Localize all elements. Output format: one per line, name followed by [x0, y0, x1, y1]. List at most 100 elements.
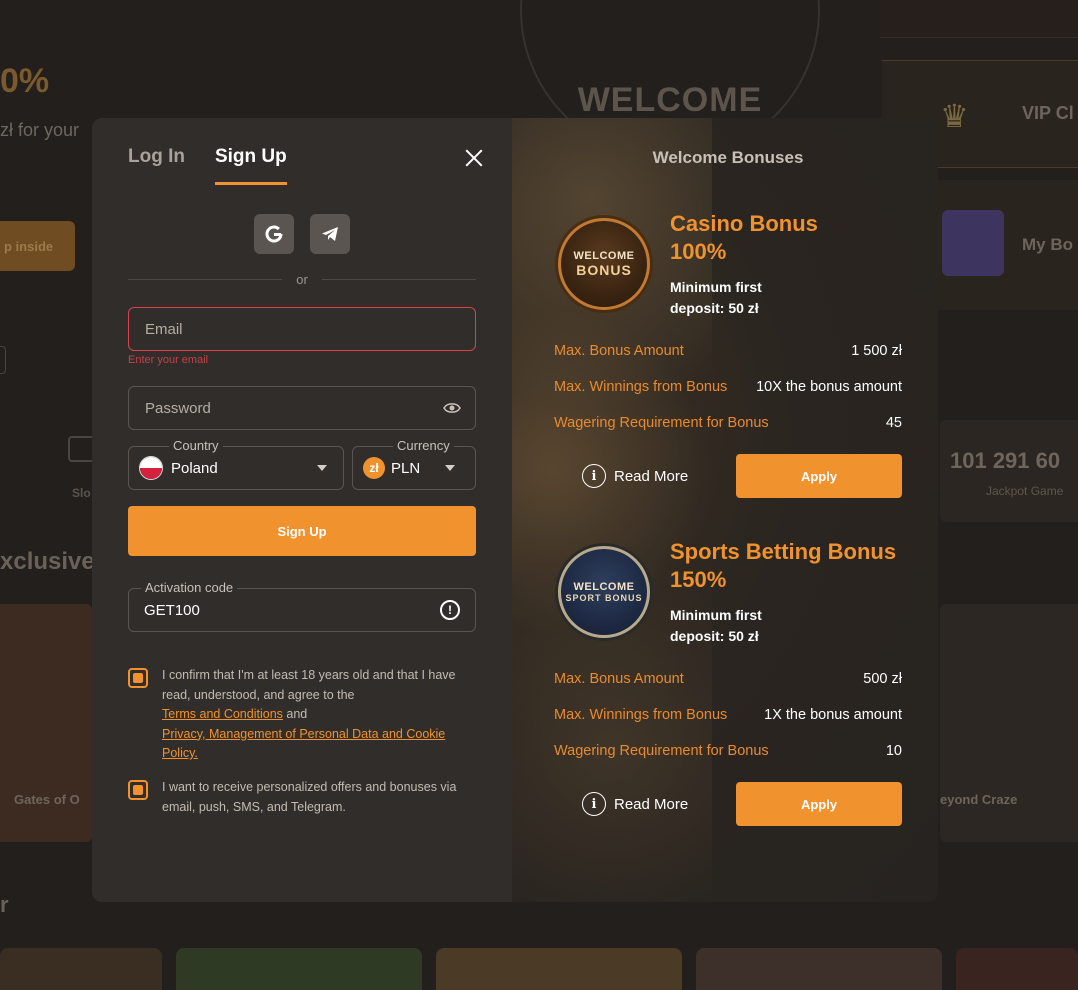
bg-promo-button: p inside	[0, 221, 75, 271]
row-value: 1 500 zł	[851, 343, 902, 359]
min-deposit-line2: deposit: 50 zł	[670, 300, 759, 316]
casino-read-more[interactable]: i Read More	[582, 464, 688, 488]
bg-left-chip	[0, 346, 6, 374]
casino-apply-button[interactable]: Apply	[736, 454, 902, 498]
email-field[interactable]: Email	[128, 307, 476, 351]
sports-bonus-name: Sports Betting Bonus 150%	[670, 538, 896, 594]
bg-jackpot-amount: 101 291 60	[950, 448, 1061, 473]
sports-bonus-title: Sports Betting Bonus	[670, 539, 897, 564]
min-deposit-line1: Minimum first	[670, 279, 762, 295]
row-value: 1X the bonus amount	[764, 707, 902, 723]
row-value: 45	[885, 415, 902, 431]
bg-game-card-left: Gates of O	[0, 604, 92, 842]
casino-bonus-title: Casino Bonus	[670, 211, 818, 236]
privacy-link[interactable]: Privacy, Management of Personal Data and…	[162, 727, 445, 761]
read-more-label: Read More	[614, 467, 689, 485]
chevron-down-icon	[317, 465, 327, 471]
sports-apply-button[interactable]: Apply	[736, 782, 902, 826]
or-label: or	[296, 272, 308, 287]
casino-bonus-row: Max. Winnings from Bonus 10X the bonus a…	[554, 379, 902, 395]
chevron-down-icon	[445, 465, 455, 471]
bg-game-card-right: eyond Craze	[940, 604, 1078, 842]
poland-flag-icon	[139, 456, 163, 480]
age-consent-text: I confirm that I'm at least 18 years old…	[162, 666, 480, 764]
sports-bonus-percent: 150%	[670, 567, 727, 592]
bg-welcome-emblem: WELCOME	[520, 0, 820, 160]
sports-min-deposit: Minimum first deposit: 50 zł	[670, 605, 800, 647]
bg-vip-label: VIP Cl	[1022, 103, 1074, 123]
bg-jackpot-label: Jackpot Game	[986, 484, 1064, 498]
casino-bonus-row: Max. Bonus Amount 1 500 zł	[554, 343, 902, 359]
sports-bonus-row: Max. Bonus Amount 500 zł	[554, 671, 902, 687]
coin-line2: BONUS	[576, 262, 632, 278]
bg-top-bar	[880, 0, 1078, 38]
tab-log-in[interactable]: Log In	[128, 146, 185, 185]
welcome-bonuses-title: Welcome Bonuses	[652, 148, 804, 167]
email-placeholder: Email	[145, 320, 183, 338]
row-key: Max. Winnings from Bonus	[554, 707, 728, 723]
bg-exclusive-heading: xclusive	[0, 548, 95, 575]
min-deposit-line1: Minimum first	[670, 607, 762, 623]
activation-code-field[interactable]: Activation code GET100 !	[128, 580, 476, 632]
auth-panel: Log In Sign Up or Email Enter your email…	[92, 118, 512, 902]
bg-promo-subtitle: zł for your	[0, 120, 80, 140]
sports-bonus-row: Max. Winnings from Bonus 1X the bonus am…	[554, 707, 902, 723]
password-placeholder: Password	[145, 399, 211, 417]
row-value: 500 zł	[863, 671, 902, 687]
currency-select[interactable]: Currency zł PLN	[352, 438, 476, 490]
crown-icon: ♛	[940, 98, 969, 134]
bg-my-bonus-label: My Bo	[1022, 235, 1073, 254]
eye-icon[interactable]	[443, 401, 461, 415]
currency-legend: Currency	[393, 438, 454, 453]
auth-tabs: Log In Sign Up	[128, 146, 287, 185]
country-select[interactable]: Country Poland	[128, 438, 344, 490]
or-divider: or	[128, 272, 476, 287]
casino-bonus-percent: 100%	[670, 239, 727, 264]
bg-card-left-title: Gates of O	[14, 792, 80, 807]
age-consent-checkbox[interactable]	[128, 668, 148, 688]
casino-bonus-row: Wagering Requirement for Bonus 45	[554, 415, 902, 431]
alert-icon[interactable]: !	[440, 600, 460, 620]
bg-bottom-cards	[0, 948, 1078, 990]
min-deposit-line2: deposit: 50 zł	[670, 628, 759, 644]
casino-min-deposit: Minimum first deposit: 50 zł	[670, 277, 800, 319]
info-icon: i	[582, 464, 606, 488]
activation-legend: Activation code	[141, 580, 238, 595]
terms-link[interactable]: Terms and Conditions	[162, 707, 283, 721]
casino-bonus-name: Casino Bonus 100%	[670, 210, 818, 266]
close-icon[interactable]	[462, 146, 486, 170]
sports-read-more[interactable]: i Read More	[582, 792, 688, 816]
sign-up-button[interactable]: Sign Up	[128, 506, 476, 556]
bg-card-right-title: eyond Craze	[940, 792, 1018, 807]
gift-icon	[942, 210, 1004, 276]
row-key: Max. Bonus Amount	[554, 343, 684, 359]
consent1-text: I confirm that I'm at least 18 years old…	[162, 668, 456, 702]
telegram-login-button[interactable]	[310, 214, 350, 254]
sports-bonus-row: Wagering Requirement for Bonus 10	[554, 743, 902, 759]
casino-bonus-coin: WELCOME BONUS	[558, 218, 650, 310]
row-key: Max. Winnings from Bonus	[554, 379, 728, 395]
tab-sign-up[interactable]: Sign Up	[214, 146, 287, 185]
consent1-and: and	[286, 707, 308, 721]
google-login-button[interactable]	[254, 214, 294, 254]
bg-slots-label: Slo	[72, 486, 91, 500]
marketing-consent-checkbox[interactable]	[128, 780, 148, 800]
row-key: Wagering Requirement for Bonus	[554, 415, 769, 431]
country-value: Poland	[171, 459, 218, 477]
coin-line2: SPORT BONUS	[565, 593, 643, 603]
google-icon	[265, 225, 283, 243]
password-field[interactable]: Password	[128, 386, 476, 430]
read-more-label: Read More	[614, 795, 689, 813]
marketing-consent-text: I want to receive personalized offers an…	[162, 780, 457, 814]
row-value: 10X the bonus amount	[756, 379, 902, 395]
welcome-bonuses-panel: Welcome Bonuses WELCOME BONUS Casino Bon…	[512, 118, 938, 902]
sports-bonus-coin: WELCOME SPORT BONUS	[558, 546, 650, 638]
activation-value: GET100	[144, 601, 200, 619]
row-key: Max. Bonus Amount	[554, 671, 684, 687]
bg-bottom-heading: r	[0, 892, 9, 917]
coin-line1: WELCOME	[573, 250, 635, 262]
zloty-icon: zł	[363, 457, 385, 479]
bg-promo-percent: 0%	[0, 62, 50, 100]
currency-value: PLN	[391, 459, 421, 477]
row-value: 10	[885, 743, 902, 759]
